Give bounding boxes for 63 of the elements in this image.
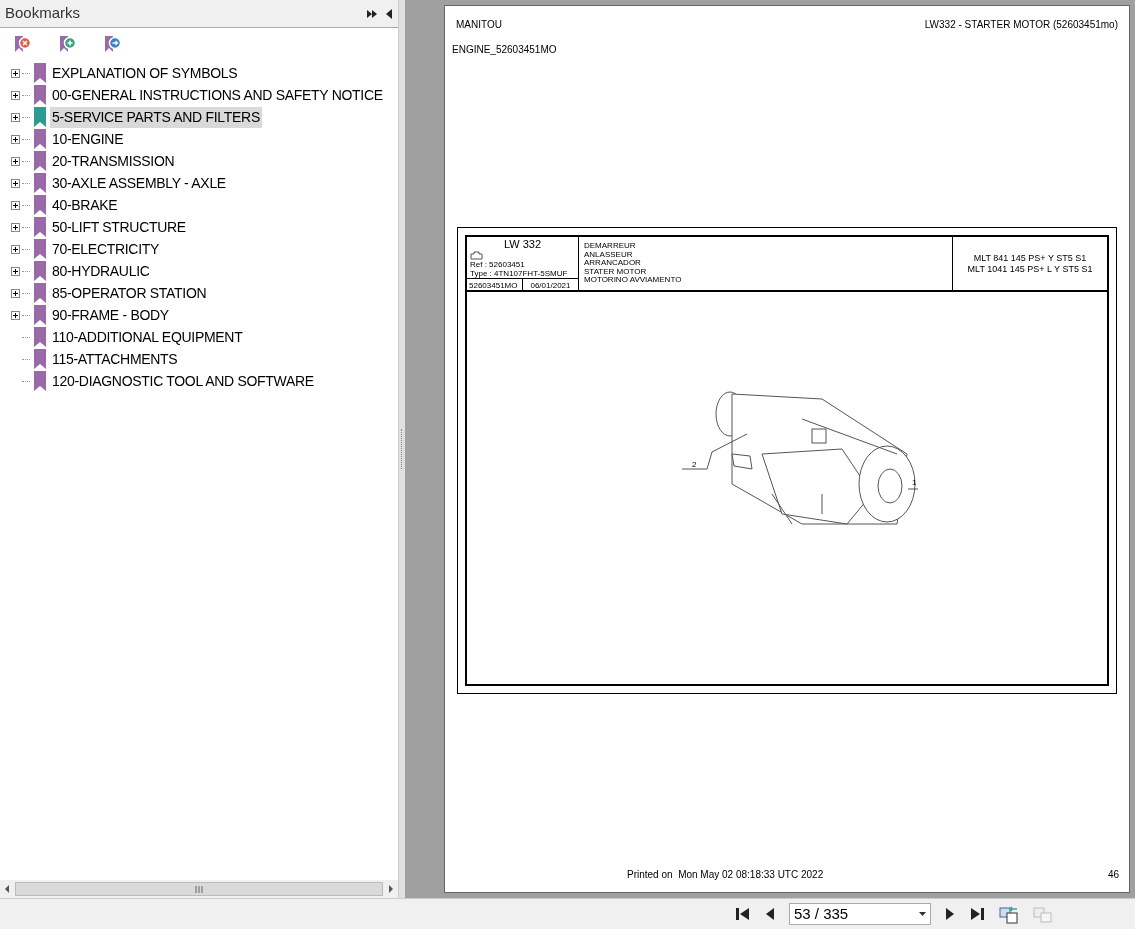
part-name: ARRANCADOR bbox=[584, 259, 642, 268]
panel-title: Bookmarks bbox=[5, 3, 82, 24]
bookmark-item[interactable]: 40-BRAKE bbox=[50, 194, 120, 216]
expand-icon[interactable] bbox=[10, 200, 20, 210]
callout-number: 1 bbox=[912, 478, 917, 487]
expand-icon[interactable] bbox=[10, 244, 20, 254]
expand-icon[interactable] bbox=[10, 90, 20, 100]
page-field[interactable]: 53 / 335 bbox=[789, 903, 931, 925]
dropdown-caret-icon bbox=[919, 912, 926, 916]
bookmark-item[interactable]: 115-ATTACHMENTS bbox=[50, 348, 180, 370]
fast-forward-icon[interactable] bbox=[366, 8, 378, 19]
go-to-bookmark-icon[interactable] bbox=[102, 34, 122, 54]
bookmark-item[interactable]: 90-FRAME - BODY bbox=[50, 304, 171, 326]
brand-text: MANITOU bbox=[456, 18, 502, 32]
expand-icon[interactable] bbox=[10, 288, 20, 298]
bookmark-item[interactable]: 70-ELECTRICITY bbox=[50, 238, 162, 260]
section-text: ENGINE_52603451MO bbox=[451, 43, 558, 57]
bookmark-item[interactable]: 00-GENERAL INSTRUCTIONS AND SAFETY NOTICE bbox=[50, 84, 385, 106]
printed-date: Printed on Mon May 02 08:18:33 UTC 2022 bbox=[627, 868, 825, 882]
scroll-left-icon[interactable] bbox=[3, 884, 11, 894]
expand-icon[interactable] bbox=[10, 68, 20, 78]
page-title: LW332 - STARTER MOTOR (52603451mo) bbox=[924, 18, 1118, 32]
part-name: MOTORINO AVVIAMENTO bbox=[584, 276, 683, 285]
expand-icon[interactable] bbox=[10, 266, 20, 276]
bookmark-item[interactable]: 110-ADDITIONAL EQUIPMENT bbox=[50, 326, 245, 348]
bookmark-item[interactable]: 120-DIAGNOSTIC TOOL AND SOFTWARE bbox=[50, 370, 316, 392]
type-text: Type : 4TN107FHT-5SMUF bbox=[470, 269, 569, 278]
bookmark-item[interactable]: 50-LIFT STRUCTURE bbox=[50, 216, 188, 238]
sheet-date: 06/01/2021 bbox=[529, 280, 572, 292]
previous-page-icon[interactable] bbox=[765, 906, 775, 922]
expand-icon[interactable] bbox=[10, 222, 20, 232]
last-page-icon[interactable] bbox=[969, 906, 985, 922]
first-page-icon[interactable] bbox=[735, 906, 751, 922]
collapse-icon[interactable] bbox=[386, 8, 393, 19]
expand-icon[interactable] bbox=[10, 310, 20, 320]
part-name: ANLASSEUR bbox=[584, 250, 634, 260]
next-page-icon[interactable] bbox=[945, 906, 955, 922]
add-bookmark-icon[interactable] bbox=[57, 34, 77, 54]
bookmark-item[interactable]: EXPLANATION OF SYMBOLS bbox=[50, 62, 240, 84]
ref-text: Ref : 52603451 bbox=[470, 260, 526, 269]
page-number: 46 bbox=[1107, 868, 1119, 882]
bookmark-item[interactable]: 85-OPERATOR STATION bbox=[50, 282, 209, 304]
expand-icon[interactable] bbox=[10, 112, 20, 122]
model-name: MLT 841 145 PS+ Y ST5 S1 bbox=[973, 252, 1087, 264]
part-number: 52603451MO bbox=[467, 279, 523, 292]
delete-bookmark-icon[interactable] bbox=[12, 34, 32, 54]
model-name: MLT 1041 145 PS+ L Y ST5 S1 bbox=[967, 263, 1093, 275]
scroll-right-icon[interactable] bbox=[387, 884, 395, 894]
sheet-code: LW 332 bbox=[503, 237, 542, 251]
grip-icon bbox=[195, 885, 203, 893]
expand-icon[interactable] bbox=[10, 156, 20, 166]
scrollbar-thumb[interactable] bbox=[15, 882, 383, 896]
previous-view-icon[interactable] bbox=[999, 904, 1019, 924]
bookmark-item[interactable]: 30-AXLE ASSEMBLY - AXLE bbox=[50, 172, 228, 194]
part-name: STATER MOTOR bbox=[584, 267, 648, 277]
bookmark-item[interactable]: 20-TRANSMISSION bbox=[50, 150, 177, 172]
expand-icon[interactable] bbox=[10, 134, 20, 144]
callout-number: 2 bbox=[692, 460, 697, 469]
bookmark-item[interactable]: 5-SERVICE PARTS AND FILTERS bbox=[50, 106, 262, 128]
part-name: DEMARREUR bbox=[584, 242, 637, 251]
bookmark-item[interactable]: 10-ENGINE bbox=[50, 128, 126, 150]
expand-icon[interactable] bbox=[10, 178, 20, 188]
bookmark-item[interactable]: 80-HYDRAULIC bbox=[50, 260, 152, 282]
